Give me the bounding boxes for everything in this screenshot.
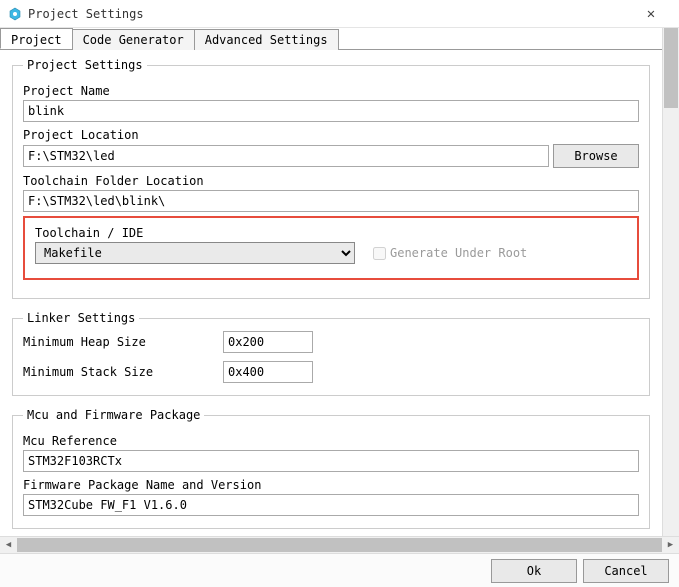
tab-code-generator[interactable]: Code Generator [72, 29, 195, 50]
ok-button[interactable]: Ok [491, 559, 577, 583]
hscroll-thumb[interactable] [17, 538, 662, 552]
mcu-firmware-group: Mcu and Firmware Package Mcu Reference F… [12, 408, 650, 529]
project-location-input[interactable] [23, 145, 549, 167]
toolchain-ide-select[interactable]: Makefile [35, 242, 355, 264]
scroll-body: Project Settings Project Name Project Lo… [0, 50, 662, 529]
vertical-scrollbar[interactable] [662, 28, 679, 553]
project-name-input[interactable] [23, 100, 639, 122]
min-heap-input[interactable] [223, 331, 313, 353]
project-location-label: Project Location [23, 128, 639, 142]
tabs: Project Code Generator Advanced Settings [0, 28, 662, 50]
toolchain-ide-label: Toolchain / IDE [35, 226, 627, 240]
toolchain-folder-input[interactable] [23, 190, 639, 212]
project-settings-legend: Project Settings [23, 58, 147, 72]
toolchain-folder-label: Toolchain Folder Location [23, 174, 639, 188]
linker-settings-group: Linker Settings Minimum Heap Size Minimu… [12, 311, 650, 396]
vertical-scrollbar-thumb[interactable] [664, 28, 678, 108]
tab-project[interactable]: Project [0, 28, 73, 49]
hscroll-track[interactable] [17, 537, 662, 553]
content-area: Project Code Generator Advanced Settings… [0, 28, 679, 553]
hscroll-left-arrow[interactable]: ◀ [0, 537, 17, 553]
mcu-reference-input[interactable] [23, 450, 639, 472]
firmware-package-label: Firmware Package Name and Version [23, 478, 639, 492]
min-stack-input[interactable] [223, 361, 313, 383]
tab-advanced-settings[interactable]: Advanced Settings [194, 29, 339, 50]
footer: Ok Cancel [0, 553, 679, 587]
browse-button[interactable]: Browse [553, 144, 639, 168]
app-icon [8, 7, 22, 21]
generate-under-root-checkbox [373, 247, 386, 260]
window-title: Project Settings [28, 7, 631, 21]
project-name-label: Project Name [23, 84, 639, 98]
cancel-button[interactable]: Cancel [583, 559, 669, 583]
main-area: Project Code Generator Advanced Settings… [0, 28, 662, 553]
min-stack-label: Minimum Stack Size [23, 365, 223, 379]
close-icon[interactable]: ✕ [631, 6, 671, 22]
project-settings-group: Project Settings Project Name Project Lo… [12, 58, 650, 299]
toolchain-ide-highlight: Toolchain / IDE Makefile Generate Under … [23, 216, 639, 280]
mcu-reference-label: Mcu Reference [23, 434, 639, 448]
hscroll-right-arrow[interactable]: ▶ [662, 537, 679, 553]
mcu-firmware-legend: Mcu and Firmware Package [23, 408, 204, 422]
linker-settings-legend: Linker Settings [23, 311, 139, 325]
generate-under-root-label: Generate Under Root [390, 246, 527, 260]
min-heap-label: Minimum Heap Size [23, 335, 223, 349]
firmware-package-input[interactable] [23, 494, 639, 516]
horizontal-scrollbar[interactable]: ◀ ▶ [0, 536, 679, 553]
generate-under-root-row: Generate Under Root [373, 246, 527, 260]
titlebar: Project Settings ✕ [0, 0, 679, 28]
